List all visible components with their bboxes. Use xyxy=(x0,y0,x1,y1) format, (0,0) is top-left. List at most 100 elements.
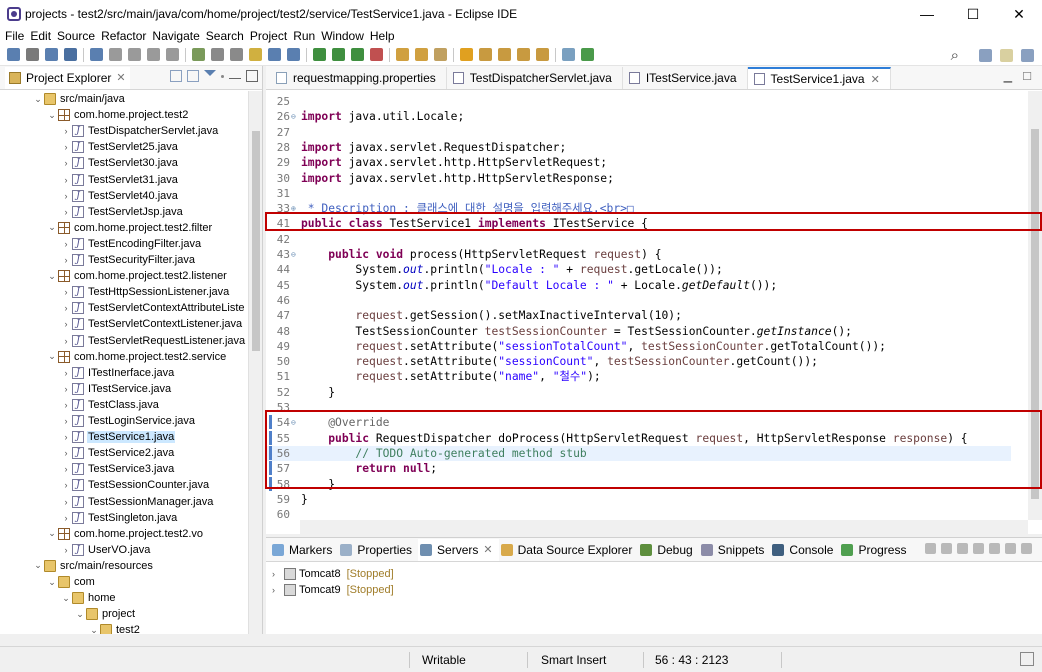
debug-perspective-icon[interactable] xyxy=(1021,49,1034,62)
maximize-editor-icon[interactable]: ☐ xyxy=(1022,70,1032,83)
toolbar-search-a-icon[interactable] xyxy=(147,48,160,61)
fold-toggle-icon[interactable]: ⊖ xyxy=(291,109,299,124)
menu-project[interactable]: Project xyxy=(249,29,292,43)
collapse-arrow-icon[interactable]: › xyxy=(60,207,72,217)
collapse-arrow-icon[interactable]: › xyxy=(60,400,72,410)
tree-file[interactable]: › J TestService3.java xyxy=(60,461,175,477)
minimize-button[interactable]: — xyxy=(904,0,950,28)
tab-console[interactable]: Console xyxy=(770,539,839,561)
tab-servers[interactable]: Servers ✕ xyxy=(418,538,499,561)
tree-file[interactable]: › J UserVO.java xyxy=(60,542,151,558)
expand-arrow-icon[interactable]: ⌄ xyxy=(60,593,72,604)
stop-server-icon[interactable] xyxy=(989,543,1000,554)
collapse-all-icon[interactable] xyxy=(170,70,182,82)
toolbar-nav-forward-icon[interactable] xyxy=(128,48,141,61)
toolbar-open-type-icon[interactable] xyxy=(90,48,103,61)
toolbar-new-class-icon[interactable] xyxy=(396,48,409,61)
java-ee-perspective-icon[interactable] xyxy=(1000,49,1013,62)
tree-package[interactable]: ⌄ com.home.project.test2.listener xyxy=(46,268,228,284)
menu-window[interactable]: Window xyxy=(320,29,369,43)
tree-file[interactable]: › J TestServletRequestListener.java xyxy=(60,333,246,349)
publish-icon[interactable] xyxy=(1005,543,1016,554)
tree-folder[interactable]: ⌄ test2 xyxy=(88,622,141,634)
collapse-arrow-icon[interactable]: › xyxy=(60,126,72,136)
server-row[interactable]: › Tomcat8 [Stopped] xyxy=(272,566,394,582)
search-icon[interactable]: ⌕ xyxy=(951,47,959,64)
collapse-arrow-icon[interactable]: › xyxy=(60,191,72,201)
view-menu-icon[interactable] xyxy=(221,75,224,78)
start-server-icon[interactable] xyxy=(957,543,968,554)
tree-file[interactable]: › J TestServletJsp.java xyxy=(60,204,184,220)
expand-arrow-icon[interactable]: ⌄ xyxy=(46,271,58,282)
collapse-arrow-icon[interactable]: › xyxy=(60,368,72,378)
collapse-arrow-icon[interactable]: › xyxy=(60,416,72,426)
debug-server-icon[interactable] xyxy=(941,543,952,554)
toolbar-print-icon[interactable] xyxy=(64,48,77,61)
menu-search[interactable]: Search xyxy=(205,29,249,43)
toolbar-back-icon[interactable] xyxy=(498,48,511,61)
tree-package[interactable]: ⌄ com.home.project.test2 xyxy=(46,107,189,123)
tree-file[interactable]: › J TestService1.java xyxy=(60,429,176,445)
toolbar-search-b-icon[interactable] xyxy=(166,48,179,61)
tree-file[interactable]: › J TestServlet25.java xyxy=(60,139,179,155)
toolbar-nav-back-icon[interactable] xyxy=(109,48,122,61)
menu-file[interactable]: File xyxy=(4,29,29,43)
tree-file[interactable]: › J ITestService.java xyxy=(60,381,172,397)
tree-file[interactable]: › J TestSingleton.java xyxy=(60,510,178,526)
collapse-arrow-icon[interactable]: › xyxy=(60,336,72,346)
tree-file[interactable]: › J TestSecurityFilter.java xyxy=(60,252,196,268)
collapse-arrow-icon[interactable]: › xyxy=(60,464,72,474)
editor-tab-requestmapping-properties[interactable]: requestmapping.properties xyxy=(270,67,447,89)
collapse-arrow-icon[interactable]: › xyxy=(60,175,72,185)
toolbar-toggle-mark-icon[interactable] xyxy=(230,48,243,61)
minimize-view-icon[interactable] xyxy=(229,78,241,79)
expand-arrow-icon[interactable]: › xyxy=(272,585,284,595)
toolbar-forward-icon[interactable] xyxy=(517,48,530,61)
tree-file[interactable]: › J TestLoginService.java xyxy=(60,413,196,429)
collapse-arrow-icon[interactable]: › xyxy=(60,497,72,507)
tab-progress[interactable]: Progress xyxy=(839,539,912,561)
minimize-editor-icon[interactable]: ▁ xyxy=(1004,70,1012,83)
filter-icon[interactable] xyxy=(204,70,216,76)
profile-server-icon[interactable] xyxy=(973,543,984,554)
toolbar-external-icon[interactable] xyxy=(192,48,205,61)
collapse-arrow-icon[interactable]: › xyxy=(60,545,72,555)
collapse-arrow-icon[interactable]: › xyxy=(60,287,72,297)
scrollbar-thumb[interactable] xyxy=(252,131,260,351)
collapse-arrow-icon[interactable]: › xyxy=(60,384,72,394)
maximize-view-icon[interactable] xyxy=(246,70,258,82)
toolbar-save-all-icon[interactable] xyxy=(45,48,58,61)
toolbar-stop-icon[interactable] xyxy=(370,48,383,61)
tree-file[interactable]: › J TestService2.java xyxy=(60,445,175,461)
tree-file[interactable]: › J TestServlet31.java xyxy=(60,172,179,188)
toolbar-save-icon[interactable] xyxy=(26,48,39,61)
tree-package[interactable]: ⌄ com.home.project.test2.vo xyxy=(46,526,204,542)
collapse-arrow-icon[interactable]: › xyxy=(60,303,72,313)
tree-folder[interactable]: ⌄ com xyxy=(46,574,96,590)
expand-arrow-icon[interactable]: › xyxy=(272,569,284,579)
toolbar-terminal-icon[interactable] xyxy=(211,48,224,61)
collapse-arrow-icon[interactable]: › xyxy=(60,255,72,265)
toolbar-last-edit-icon[interactable] xyxy=(536,48,549,61)
menu-edit[interactable]: Edit xyxy=(29,29,56,43)
tree-file[interactable]: › J TestClass.java xyxy=(60,397,160,413)
expand-arrow-icon[interactable]: ⌄ xyxy=(46,528,58,539)
tab-debug[interactable]: Debug xyxy=(638,539,698,561)
toolbar-pin-icon[interactable] xyxy=(562,48,575,61)
tree-file[interactable]: › J TestEncodingFilter.java xyxy=(60,236,202,252)
editor-tab-itestservice-java[interactable]: ITestService.java xyxy=(623,67,748,89)
toolbar-highlight-icon[interactable] xyxy=(249,48,262,61)
collapse-arrow-icon[interactable]: › xyxy=(60,239,72,249)
expand-arrow-icon[interactable]: ⌄ xyxy=(88,625,100,634)
tab-project-explorer[interactable]: Project Explorer ✕ xyxy=(5,66,130,89)
close-icon[interactable]: ✕ xyxy=(871,73,880,86)
server-row[interactable]: › Tomcat9 [Stopped] xyxy=(272,582,394,598)
tree-file[interactable]: › J TestServlet40.java xyxy=(60,188,179,204)
menu-help[interactable]: Help xyxy=(369,29,400,43)
tree-folder[interactable]: ⌄ project xyxy=(74,606,136,622)
close-icon[interactable]: ✕ xyxy=(116,71,125,84)
tab-markers[interactable]: Markers xyxy=(270,539,338,561)
collapse-arrow-icon[interactable]: › xyxy=(60,448,72,458)
link-editor-icon[interactable] xyxy=(187,70,199,82)
tree-file[interactable]: › J TestSessionManager.java xyxy=(60,494,214,510)
